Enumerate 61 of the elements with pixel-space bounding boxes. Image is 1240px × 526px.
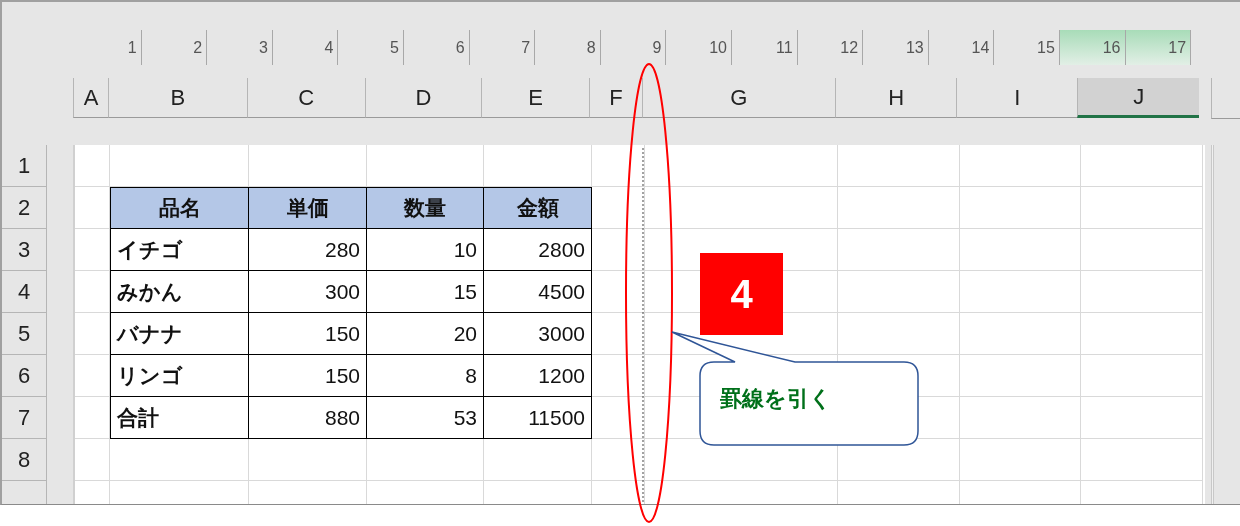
- ruler-mark: 3: [207, 30, 273, 65]
- table-header-cell: 品名: [110, 187, 249, 229]
- row-header[interactable]: 3: [2, 229, 47, 271]
- row-header[interactable]: 1: [2, 145, 47, 187]
- row-header[interactable]: 8: [2, 439, 47, 481]
- table-cell: 10: [367, 229, 484, 271]
- column-header[interactable]: C: [246, 78, 365, 118]
- table-cell: 4500: [484, 271, 592, 313]
- table-cell: 20: [367, 313, 484, 355]
- ruler-mark: 6: [403, 30, 470, 65]
- table-cell: リンゴ: [110, 355, 249, 397]
- step-badge: 4: [700, 253, 783, 335]
- ruler-mark: 10: [666, 30, 732, 65]
- ruler-mark: 15: [994, 30, 1060, 65]
- table-cell: 15: [367, 271, 484, 313]
- ruler-mark: 4: [272, 30, 339, 65]
- ruler-mark: 2: [141, 30, 208, 65]
- ruler-mark: 13: [863, 30, 929, 65]
- table-cell: 1200: [484, 355, 592, 397]
- ruler-mark: 7: [469, 30, 536, 65]
- ruler-mark: 11: [731, 30, 798, 65]
- table-header-cell: 単価: [249, 187, 367, 229]
- ruler-mark: 17: [1125, 30, 1192, 65]
- table-cell: 880: [249, 397, 367, 439]
- table-cell: 150: [249, 355, 367, 397]
- ruler-mark: 14: [928, 30, 995, 65]
- row-header[interactable]: 6: [2, 355, 47, 397]
- table-header-cell: 数量: [367, 187, 484, 229]
- table-cell: 8: [367, 355, 484, 397]
- table-cell: バナナ: [110, 313, 249, 355]
- column-header[interactable]: D: [364, 78, 482, 118]
- column-header[interactable]: E: [481, 78, 590, 118]
- ruler-mark: 9: [600, 30, 667, 65]
- ruler-mark: 5: [338, 30, 404, 65]
- row-header[interactable]: 2: [2, 187, 47, 229]
- table-cell: 300: [249, 271, 367, 313]
- row-header[interactable]: 7: [2, 397, 47, 439]
- table-header-cell: 金額: [484, 187, 592, 229]
- column-header[interactable]: H: [834, 78, 957, 118]
- ruler-mark: 1: [76, 30, 142, 65]
- row-header[interactable]: 4: [2, 271, 47, 313]
- ruler-mark: 16: [1059, 30, 1126, 65]
- table-cell: 合計: [110, 397, 249, 439]
- table-cell: 11500: [484, 397, 592, 439]
- column-header[interactable]: G: [642, 78, 835, 118]
- column-header[interactable]: B: [107, 78, 247, 118]
- table-cell: 53: [367, 397, 484, 439]
- ruler-mark: 12: [797, 30, 864, 65]
- column-header[interactable]: J: [1077, 78, 1200, 118]
- column-header[interactable]: I: [956, 78, 1078, 118]
- row-header[interactable]: 5: [2, 313, 47, 355]
- callout-text: 罫線を引く: [720, 385, 832, 413]
- column-header[interactable]: F: [589, 78, 642, 118]
- column-header[interactable]: A: [73, 78, 108, 118]
- table-cell: みかん: [110, 271, 249, 313]
- table-cell: 2800: [484, 229, 592, 271]
- table-cell: 3000: [484, 313, 592, 355]
- table-cell: イチゴ: [110, 229, 249, 271]
- ruler-mark: 8: [535, 30, 601, 65]
- table-cell: 150: [249, 313, 367, 355]
- table-cell: 280: [249, 229, 367, 271]
